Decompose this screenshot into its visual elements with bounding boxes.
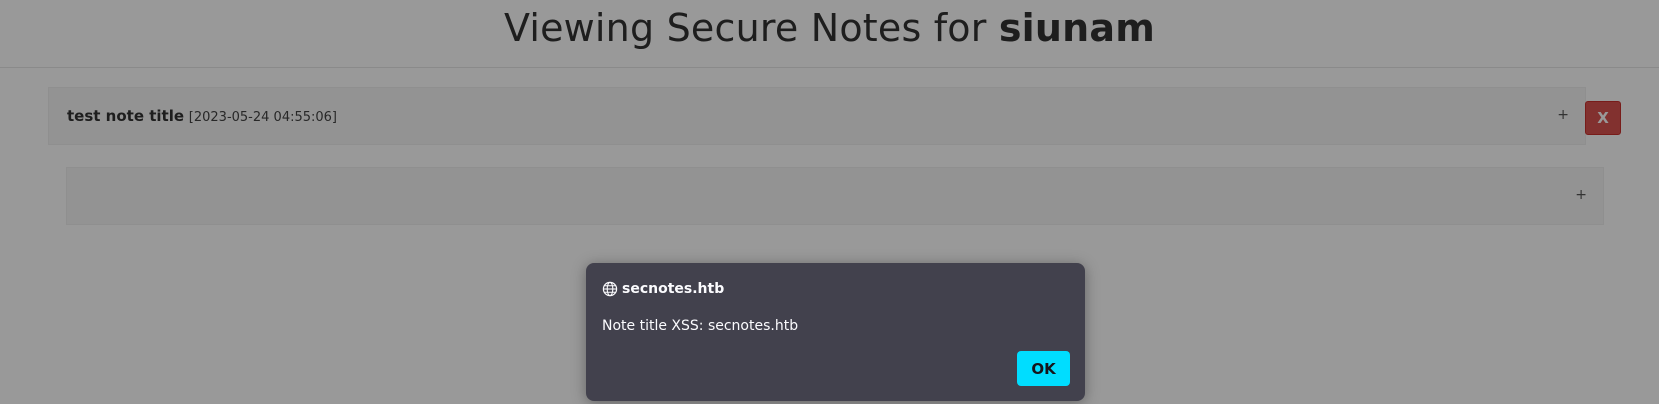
globe-icon [602, 281, 618, 297]
dialog-origin-text: secnotes.htb [622, 281, 725, 297]
alert-dialog: secnotes.htb Note title XSS: secnotes.ht… [586, 263, 1085, 401]
dialog-message: Note title XSS: secnotes.htb [602, 318, 799, 334]
dialog-origin: secnotes.htb [602, 279, 724, 299]
ok-button[interactable]: OK [1017, 351, 1070, 386]
